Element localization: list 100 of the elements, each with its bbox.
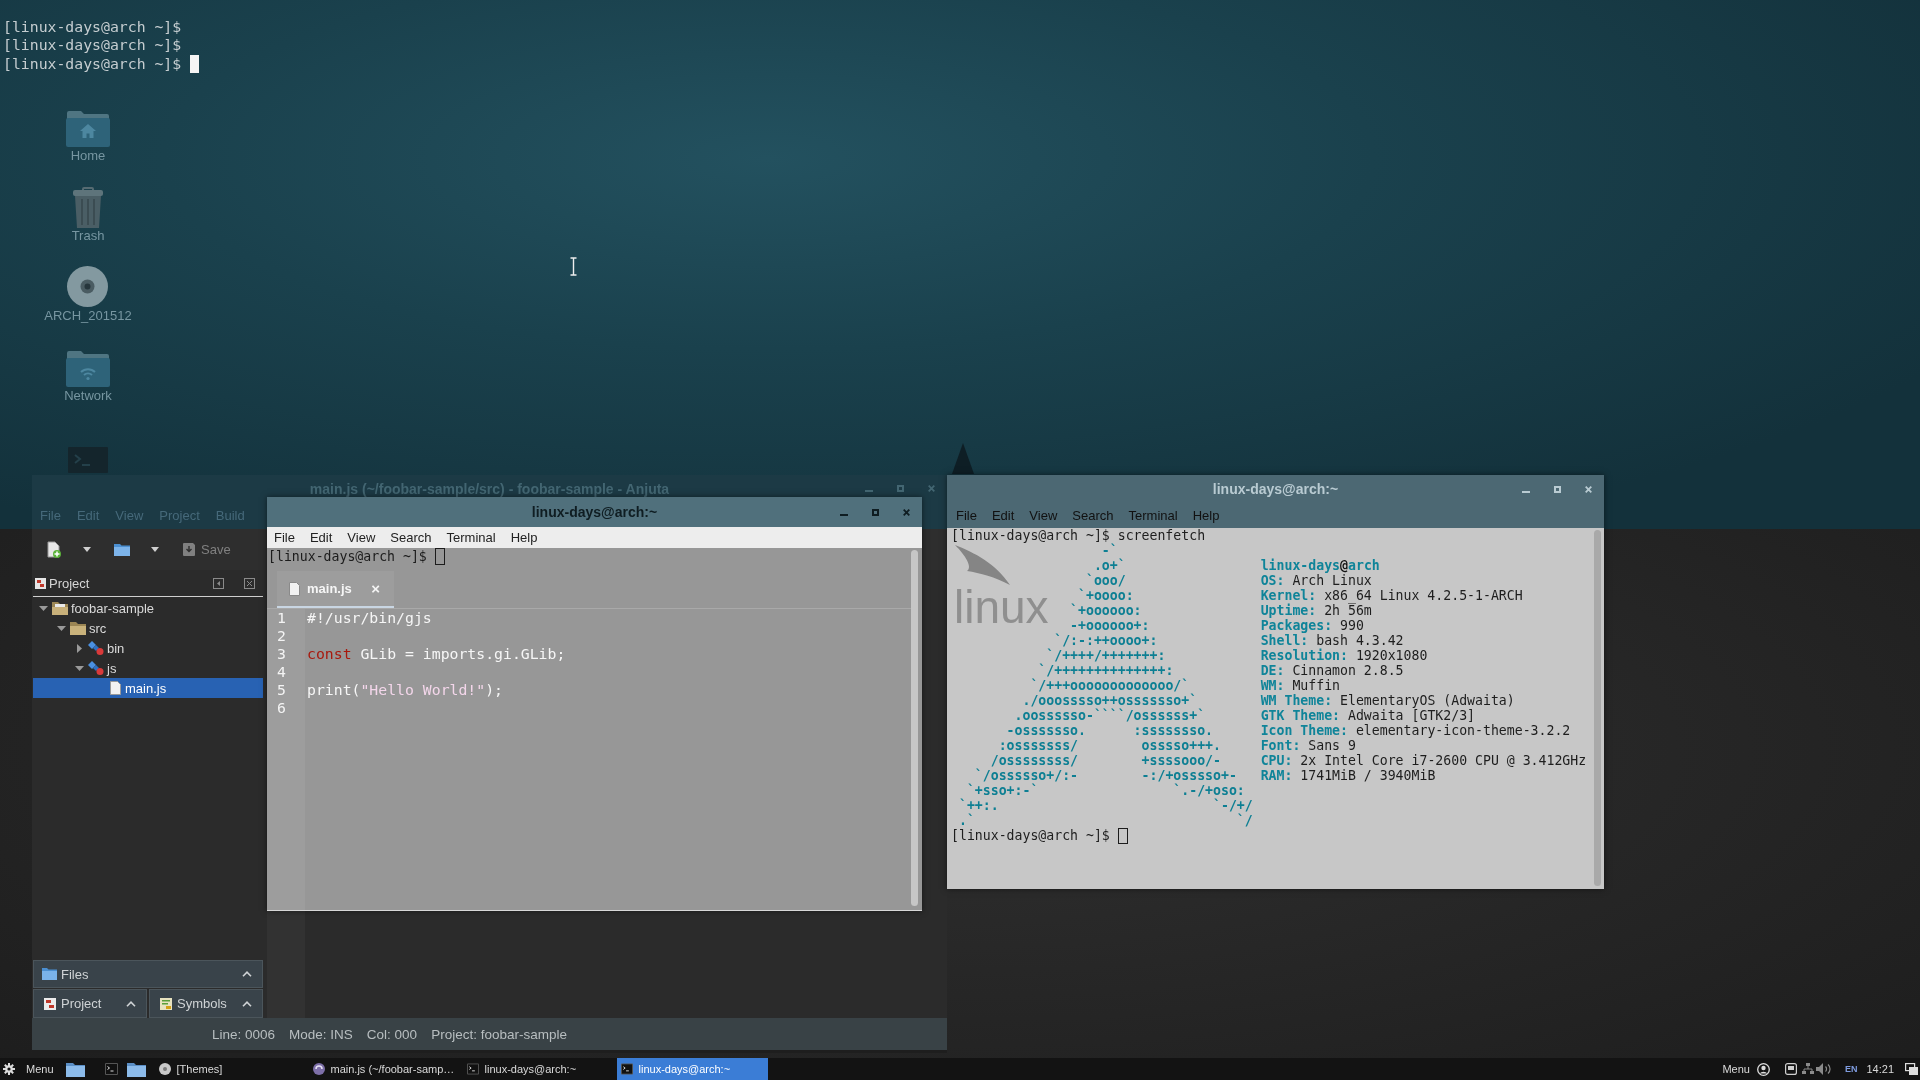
ascii-art-line: `/+++ooooooooooooo/` [1030, 678, 1190, 693]
ascii-art-line: ./ooosssso++osssssso+` [1022, 693, 1198, 708]
save-icon [183, 543, 195, 556]
desktop-shortcut[interactable]: ARCH_201512 [44, 264, 132, 324]
code-line: print("Hello World!"); [307, 681, 503, 698]
desktop-shortcut[interactable]: Network [64, 344, 112, 404]
line-number: 4 [277, 663, 286, 680]
disc-icon [158, 1063, 171, 1075]
wing-icon [955, 545, 1010, 585]
folder-icon[interactable] [114, 543, 130, 556]
panel-tab[interactable]: Project [33, 989, 147, 1018]
menu-item[interactable]: Help [510, 530, 538, 545]
close-icon[interactable] [903, 508, 910, 516]
block-cursor-icon [190, 54, 200, 73]
caret-down-icon[interactable] [74, 665, 84, 671]
close-icon[interactable] [244, 577, 255, 589]
ibeam-cursor-icon [570, 257, 577, 276]
menu-button[interactable]: Menu [1722, 1063, 1750, 1075]
line-number: 6 [277, 699, 286, 716]
folder-icon[interactable] [126, 1061, 146, 1077]
taskbar-window-button[interactable]: linux-days@arch:~ [462, 1058, 614, 1080]
clock[interactable]: 14:21 [1866, 1063, 1894, 1075]
info-line: Uptime: 2h 56m [1260, 603, 1372, 618]
menu-item[interactable]: Terminal [446, 530, 496, 545]
caret-down-icon[interactable] [83, 547, 91, 552]
info-line: Font: Sans 9 [1260, 738, 1356, 753]
desktop-shortcut[interactable]: Trash [71, 184, 105, 244]
ascii-art-line: -` [1101, 543, 1118, 558]
tree-item[interactable]: js [33, 658, 263, 678]
status-text: Mode: INS [289, 1026, 353, 1042]
home-folder-icon [66, 110, 110, 147]
keyboard-layout-indicator[interactable]: EN [1844, 1064, 1858, 1074]
project-icon [35, 577, 46, 589]
folder-icon[interactable] [65, 1061, 85, 1077]
taskbar-window-button[interactable]: linux-days@arch:~ [616, 1058, 768, 1080]
minimize-icon[interactable] [840, 513, 848, 516]
taskbar-window-button[interactable]: [Themes] [154, 1058, 306, 1080]
info-line: CPU: 2x Intel Core i7-2600 CPU @ 3.412GHz [1260, 753, 1587, 768]
line-number: 5 [277, 681, 286, 698]
ascii-art-line: .o+` [1093, 558, 1126, 573]
info-line: RAM: 1741MiB / 3940MiB [1260, 768, 1436, 783]
ascii-art-line: `/:-:++oooo+: [1054, 633, 1158, 648]
terminal-icon[interactable] [104, 1063, 118, 1075]
desktop-shortcut[interactable]: Home [66, 104, 110, 164]
menu-item[interactable]: View [347, 530, 376, 545]
user-icon[interactable] [1756, 1062, 1770, 1076]
info-line: Kernel: x86_64 Linux 4.2.5-1-ARCH [1260, 588, 1523, 603]
info-line: Packages: 990 [1260, 618, 1364, 633]
tree-item[interactable]: main.js [33, 678, 263, 698]
caret-right-icon[interactable] [76, 643, 82, 653]
scrollbar[interactable] [1594, 530, 1601, 886]
info-line: WM: Muffin [1260, 678, 1341, 693]
window-title: linux-days@arch:~ [1212, 481, 1339, 497]
tree-item[interactable]: bin [33, 638, 263, 658]
code-line: const GLib = imports.gi.GLib; [307, 645, 566, 662]
maximize-icon[interactable] [872, 508, 879, 516]
windows-icon[interactable] [1905, 1063, 1918, 1075]
minimize-icon[interactable] [1522, 490, 1530, 493]
arrow-box-icon[interactable] [213, 577, 224, 589]
terminal-line: [linux-days@arch ~]$ [3, 36, 182, 55]
display-icon[interactable] [1784, 1063, 1797, 1075]
code-line: #!/usr/bin/gjs [307, 609, 432, 626]
chevron-up-icon [242, 1000, 252, 1007]
terminal-line: [linux-days@arch ~]$ [3, 18, 182, 37]
ascii-art-line: /ossssssss/ +ssssooo/- [990, 753, 1221, 768]
ascii-art-line: `/ossssso+/:- -:/+osssso+- [974, 768, 1237, 783]
ascii-art-line: `+oooo: [1078, 588, 1134, 603]
network-icon[interactable] [1801, 1063, 1814, 1075]
menu-item[interactable]: File [274, 530, 295, 545]
caret-down-icon[interactable] [38, 605, 48, 611]
panel-tab[interactable]: Symbols [149, 989, 263, 1018]
caret-down-icon[interactable] [56, 625, 66, 631]
triangle-icon [952, 443, 974, 474]
terminal-prompt: [linux-days@arch ~]$ [268, 549, 427, 564]
tree-item[interactable]: src [33, 618, 263, 638]
taskbar-window-button[interactable]: main.js (~/foobar-samp… [308, 1058, 460, 1080]
window-title: linux-days@arch:~ [531, 504, 658, 520]
ascii-art-line: -osssssso. :ssssssso. [1006, 723, 1213, 738]
menu-item[interactable]: Search [390, 530, 432, 545]
sphere-icon [312, 1063, 325, 1075]
menu-item[interactable]: Edit [309, 530, 333, 545]
ascii-art-line: `+oooooo: [1070, 603, 1142, 618]
line-number: 1 [277, 609, 286, 626]
chevron-up-icon [242, 971, 252, 977]
tree-item[interactable]: foobar-sample [33, 598, 263, 618]
diamond-dot-icon [88, 661, 104, 675]
volume-icon[interactable] [1815, 1063, 1832, 1075]
panel-title: Project [49, 575, 90, 591]
new-file-icon[interactable] [47, 541, 61, 558]
status-text: Line: 0006 [212, 1026, 276, 1042]
symbols-icon [160, 997, 172, 1010]
ascii-art-line: `++:. `-/+/ [958, 798, 1253, 813]
status-text: Col: 000 [366, 1026, 418, 1042]
info-line: Icon Theme: elementary-icon-theme-3.2.2 [1260, 723, 1571, 738]
caret-down-icon[interactable] [151, 547, 159, 552]
scrollbar[interactable] [911, 550, 918, 906]
gear-icon [3, 1063, 15, 1075]
terminal-prompt: [linux-days@arch ~]$ [951, 828, 1110, 843]
menu-button[interactable]: Menu [0, 1058, 54, 1080]
files-expander[interactable]: Files [33, 960, 263, 988]
